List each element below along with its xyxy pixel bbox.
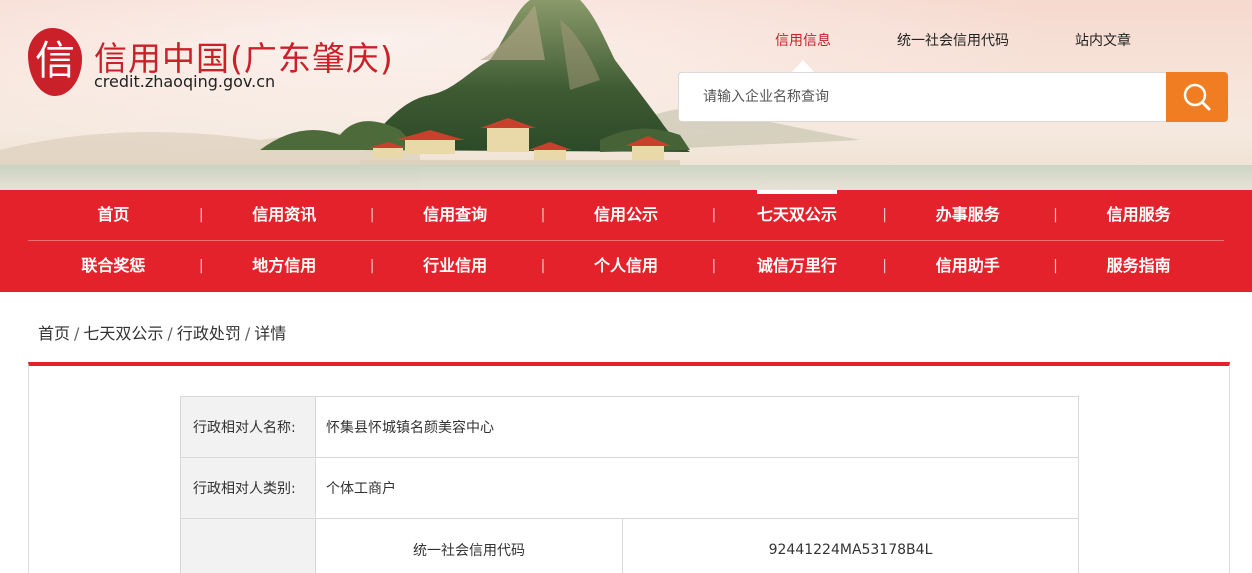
- nav-personal-credit[interactable]: 个人信用: [541, 241, 712, 291]
- nav-credit-services[interactable]: 信用服务: [1053, 190, 1224, 240]
- breadcrumb-seven-day[interactable]: 七天双公示: [83, 320, 163, 344]
- topnav-site-articles[interactable]: 站内文章: [1075, 30, 1131, 52]
- nav-credit-news[interactable]: 信用资讯: [199, 190, 370, 240]
- site-url: credit.zhaoqing.gov.cn: [94, 72, 276, 91]
- search-icon: [1183, 83, 1211, 111]
- main-nav-row-1: 首页 信用资讯 信用查询 信用公示 七天双公示 办事服务 信用服务: [28, 190, 1224, 240]
- subject-type-label: 行政相对人类别:: [180, 457, 316, 519]
- breadcrumb-detail: 详情: [254, 324, 287, 343]
- subject-name-label: 行政相对人名称:: [180, 396, 316, 458]
- nav-credit-query[interactable]: 信用查询: [370, 190, 541, 240]
- subject-type-value: 个体工商户: [315, 457, 1079, 519]
- nav-local-credit[interactable]: 地方信用: [199, 241, 370, 291]
- breadcrumb-separator: /: [74, 324, 80, 343]
- main-navigation: 首页 信用资讯 信用查询 信用公示 七天双公示 办事服务 信用服务 联合奖惩 地…: [0, 190, 1252, 292]
- credit-code-value: 92441224MA53178B4L: [768, 541, 933, 558]
- nav-credit-assistant[interactable]: 信用助手: [882, 241, 1053, 291]
- credit-code-label: 统一社会信用代码: [316, 519, 623, 573]
- nav-seven-day-publicity[interactable]: 七天双公示: [711, 190, 882, 240]
- nav-joint-rewards[interactable]: 联合奖惩: [28, 241, 199, 291]
- nav-credit-publicity[interactable]: 信用公示: [541, 190, 712, 240]
- breadcrumb-separator: /: [167, 324, 173, 343]
- subject-name-value: 怀集县怀城镇名颜美容中心: [315, 396, 1079, 458]
- breadcrumb: 首页 / 七天双公示 / 行政处罚 / 详情: [38, 320, 286, 344]
- nav-services[interactable]: 办事服务: [882, 190, 1053, 240]
- nav-home[interactable]: 首页: [28, 190, 199, 240]
- search-input[interactable]: [703, 73, 1143, 121]
- table-row: 行政相对人类别: 个体工商户: [180, 457, 1079, 519]
- search-container: [678, 72, 1168, 122]
- breadcrumb-penalty[interactable]: 行政处罚: [177, 320, 241, 344]
- table-row: 统一社会信用代码 92441224MA53178B4L: [180, 518, 1079, 573]
- nav-integrity-tour[interactable]: 诚信万里行: [711, 241, 882, 291]
- main-nav-row-2: 联合奖惩 地方信用 行业信用 个人信用 诚信万里行 信用助手 服务指南: [28, 241, 1224, 291]
- table-row: 行政相对人名称: 怀集县怀城镇名颜美容中心: [180, 396, 1079, 458]
- nav-industry-credit[interactable]: 行业信用: [370, 241, 541, 291]
- site-header: 信 信用中国(广东肇庆) credit.zhaoqing.gov.cn 信用信息…: [0, 0, 1252, 190]
- search-button[interactable]: [1166, 72, 1228, 122]
- topnav-credit-info[interactable]: 信用信息: [775, 30, 831, 52]
- detail-table: 行政相对人名称: 怀集县怀城镇名颜美容中心 行政相对人类别: 个体工商户 统一社…: [180, 396, 1079, 573]
- topnav-unified-code[interactable]: 统一社会信用代码: [897, 30, 1009, 52]
- code-row-cell: 统一社会信用代码 92441224MA53178B4L: [315, 518, 1079, 573]
- detail-panel: 行政相对人名称: 怀集县怀城镇名颜美容中心 行政相对人类别: 个体工商户 统一社…: [28, 362, 1230, 573]
- breadcrumb-separator: /: [244, 324, 251, 343]
- breadcrumb-home[interactable]: 首页: [38, 320, 70, 344]
- code-row-label: [180, 518, 316, 573]
- nav-service-guide[interactable]: 服务指南: [1053, 241, 1224, 291]
